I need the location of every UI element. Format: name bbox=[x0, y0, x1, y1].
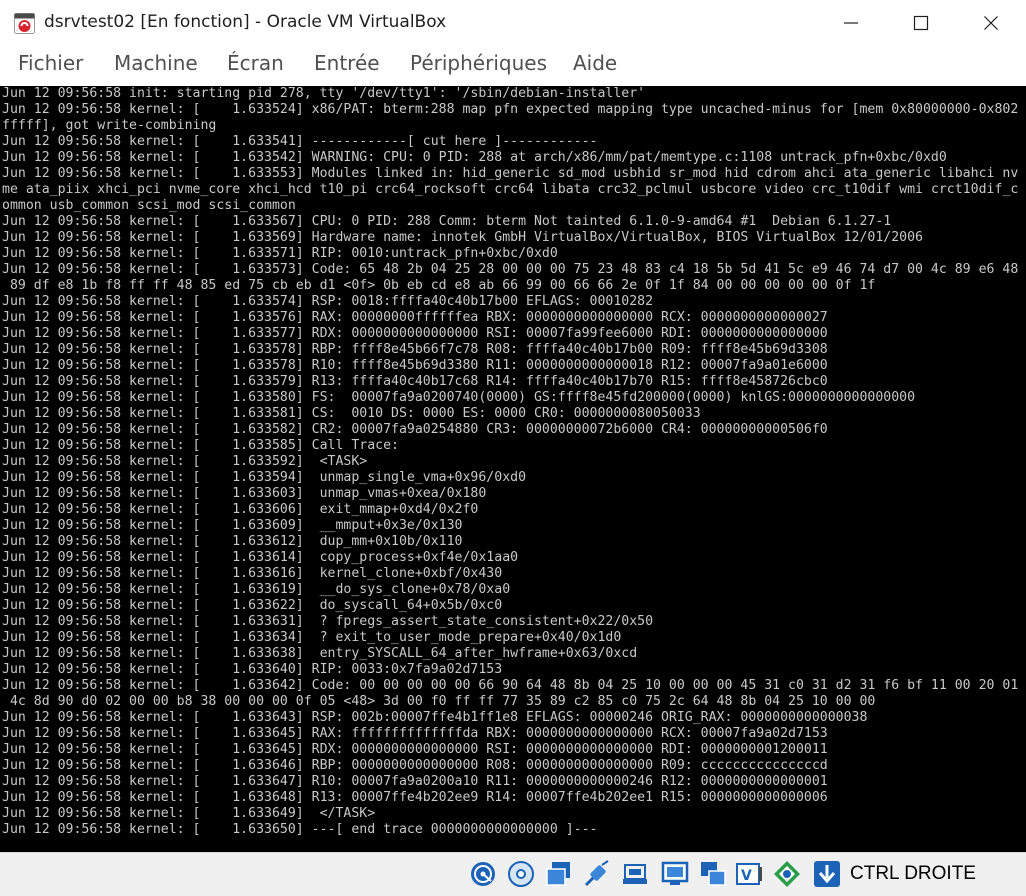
console-line: Jun 12 09:56:58 kernel: [ 1.633648] R13:… bbox=[2, 790, 828, 805]
console-line: Jun 12 09:56:58 kernel: [ 1.633592] <TAS… bbox=[2, 454, 368, 469]
menu-entree[interactable]: Entrée bbox=[314, 51, 380, 75]
console-line: 89 df e8 1b f8 ff ff 48 85 ed 75 cb eb d… bbox=[2, 278, 876, 293]
console-line: Jun 12 09:56:58 kernel: [ 1.633541] ----… bbox=[2, 134, 598, 149]
title-bar: dsrvtest02 [En fonction] - Oracle VM Vir… bbox=[0, 0, 1026, 46]
console-line: Jun 12 09:56:58 kernel: [ 1.633578] R10:… bbox=[2, 358, 828, 373]
console-line: Jun 12 09:56:58 kernel: [ 1.633650] ---[… bbox=[2, 822, 598, 837]
console-line: Jun 12 09:56:58 kernel: [ 1.633616] kern… bbox=[2, 566, 503, 581]
virtualization-icon[interactable] bbox=[772, 859, 802, 889]
console-line: Jun 12 09:56:58 kernel: [ 1.633574] RSP:… bbox=[2, 294, 654, 309]
menu-aide[interactable]: Aide bbox=[573, 51, 617, 75]
console-line: Jun 12 09:56:58 kernel: [ 1.633642] Code… bbox=[2, 678, 1019, 693]
console-line: Jun 12 09:56:58 kernel: [ 1.633567] CPU:… bbox=[2, 214, 892, 229]
status-bar: V CTRL DROITE bbox=[0, 852, 1026, 896]
console-line: Jun 12 09:56:58 kernel: [ 1.633594] unma… bbox=[2, 470, 527, 485]
console-line: Jun 12 09:56:58 kernel: [ 1.633640] RIP:… bbox=[2, 662, 503, 677]
console-line: Jun 12 09:56:58 kernel: [ 1.633609] __mm… bbox=[2, 518, 463, 533]
menu-ecran[interactable]: Écran bbox=[227, 51, 284, 75]
close-button[interactable] bbox=[956, 0, 1026, 46]
menu-bar: Fichier Machine Écran Entrée Périphériqu… bbox=[0, 46, 1026, 86]
console-line: Jun 12 09:56:58 kernel: [ 1.633606] exit… bbox=[2, 502, 479, 517]
console-line: Jun 12 09:56:58 kernel: [ 1.633576] RAX:… bbox=[2, 310, 828, 325]
console-line: Jun 12 09:56:58 kernel: [ 1.633647] R10:… bbox=[2, 774, 828, 789]
console-line: Jun 12 09:56:58 kernel: [ 1.633649] </TA… bbox=[2, 806, 376, 821]
vm-console-screen[interactable]: Jun 12 09:56:58 init: starting pid 278, … bbox=[0, 86, 1026, 852]
host-key-label: CTRL DROITE bbox=[850, 863, 976, 884]
console-line: Jun 12 09:56:58 kernel: [ 1.633553] Modu… bbox=[2, 166, 1019, 181]
minimize-icon bbox=[844, 22, 858, 24]
console-line: Jun 12 09:56:58 kernel: [ 1.633645] RAX:… bbox=[2, 726, 828, 741]
optical-drive-icon[interactable] bbox=[506, 859, 536, 889]
menu-machine[interactable]: Machine bbox=[114, 51, 198, 75]
console-line: Jun 12 09:56:58 kernel: [ 1.633622] do_s… bbox=[2, 598, 503, 613]
console-line: Jun 12 09:56:58 kernel: [ 1.633577] RDX:… bbox=[2, 326, 828, 341]
console-line: Jun 12 09:56:58 kernel: [ 1.633580] FS: … bbox=[2, 390, 916, 405]
maximize-button[interactable] bbox=[886, 0, 956, 46]
console-line: 4c 8d 90 d0 02 00 00 b8 38 00 00 00 0f 0… bbox=[2, 694, 876, 709]
svg-text:V: V bbox=[741, 868, 752, 884]
usb-icon[interactable] bbox=[620, 859, 650, 889]
console-line: Jun 12 09:56:58 kernel: [ 1.633578] RBP:… bbox=[2, 342, 828, 357]
console-line: Jun 12 09:56:58 kernel: [ 1.633581] CS: … bbox=[2, 406, 701, 421]
network-icon[interactable] bbox=[582, 859, 612, 889]
maximize-icon bbox=[913, 15, 929, 31]
shared-folders-icon[interactable] bbox=[698, 859, 728, 889]
console-line: ommon usb_common scsi_mod scsi_common bbox=[2, 198, 296, 213]
close-icon bbox=[984, 16, 998, 30]
console-line: Jun 12 09:56:58 kernel: [ 1.633603] unma… bbox=[2, 486, 487, 501]
audio-icon[interactable] bbox=[544, 859, 574, 889]
console-line: Jun 12 09:56:58 kernel: [ 1.633645] RDX:… bbox=[2, 742, 828, 757]
console-line: fffff], got write-combining bbox=[2, 118, 217, 133]
mouse-integration-icon[interactable] bbox=[812, 859, 842, 889]
video-capture-icon[interactable]: V bbox=[734, 859, 764, 889]
console-line: Jun 12 09:56:58 kernel: [ 1.633582] CR2:… bbox=[2, 422, 828, 437]
console-line: Jun 12 09:56:58 kernel: [ 1.633524] x86/… bbox=[2, 102, 1019, 117]
display-icon[interactable] bbox=[660, 859, 690, 889]
console-output: Jun 12 09:56:58 init: starting pid 278, … bbox=[0, 86, 1026, 838]
console-line: Jun 12 09:56:58 kernel: [ 1.633542] WARN… bbox=[2, 150, 947, 165]
console-line: Jun 12 09:56:58 kernel: [ 1.633634] ? ex… bbox=[2, 630, 622, 645]
console-line: me ata_piix xhci_pci nvme_core xhci_hcd … bbox=[2, 182, 1019, 197]
console-line: Jun 12 09:56:58 kernel: [ 1.633646] RBP:… bbox=[2, 758, 828, 773]
console-line: Jun 12 09:56:58 kernel: [ 1.633585] Call… bbox=[2, 438, 399, 453]
console-line: Jun 12 09:56:58 init: starting pid 278, … bbox=[2, 86, 646, 101]
window-title: dsrvtest02 [En fonction] - Oracle VM Vir… bbox=[44, 12, 447, 32]
console-line: Jun 12 09:56:58 kernel: [ 1.633579] R13:… bbox=[2, 374, 828, 389]
console-line: Jun 12 09:56:58 kernel: [ 1.633643] RSP:… bbox=[2, 710, 868, 725]
menu-peripheriques[interactable]: Périphériques bbox=[410, 51, 547, 75]
hard-disk-icon[interactable] bbox=[468, 859, 498, 889]
console-line: Jun 12 09:56:58 kernel: [ 1.633569] Hard… bbox=[2, 230, 923, 245]
console-line: Jun 12 09:56:58 kernel: [ 1.633614] copy… bbox=[2, 550, 519, 565]
menu-fichier[interactable]: Fichier bbox=[18, 51, 83, 75]
console-line: Jun 12 09:56:58 kernel: [ 1.633571] RIP:… bbox=[2, 246, 558, 261]
console-line: Jun 12 09:56:58 kernel: [ 1.633619] __do… bbox=[2, 582, 511, 597]
console-line: Jun 12 09:56:58 kernel: [ 1.633631] ? fp… bbox=[2, 614, 654, 629]
minimize-button[interactable] bbox=[816, 0, 886, 46]
virtualbox-vm-icon bbox=[14, 13, 35, 34]
console-line: Jun 12 09:56:58 kernel: [ 1.633573] Code… bbox=[2, 262, 1019, 277]
console-line: Jun 12 09:56:58 kernel: [ 1.633612] dup_… bbox=[2, 534, 463, 549]
console-line: Jun 12 09:56:58 kernel: [ 1.633638] entr… bbox=[2, 646, 638, 661]
